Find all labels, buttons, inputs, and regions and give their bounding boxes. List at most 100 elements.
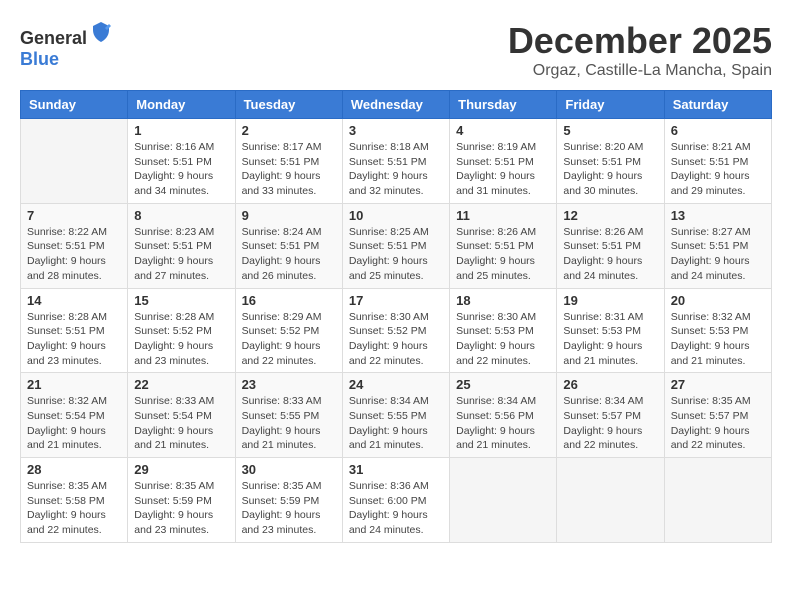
calendar-cell: 22 Sunrise: 8:33 AM Sunset: 5:54 PM Dayli…	[128, 373, 235, 458]
calendar-cell	[450, 458, 557, 543]
day-info: Sunrise: 8:19 AM Sunset: 5:51 PM Dayligh…	[456, 140, 550, 199]
calendar-cell	[21, 119, 128, 204]
day-info: Sunrise: 8:32 AM Sunset: 5:54 PM Dayligh…	[27, 394, 121, 453]
calendar-cell	[557, 458, 664, 543]
day-number: 12	[563, 208, 657, 223]
day-info: Sunrise: 8:26 AM Sunset: 5:51 PM Dayligh…	[456, 225, 550, 284]
day-number: 20	[671, 293, 765, 308]
logo-text: General Blue	[20, 20, 113, 70]
calendar-cell: 8 Sunrise: 8:23 AM Sunset: 5:51 PM Daylig…	[128, 203, 235, 288]
calendar-cell: 13Sunrise: 8:27 AM Sunset: 5:51 PM Dayli…	[664, 203, 771, 288]
day-info: Sunrise: 8:27 AM Sunset: 5:51 PM Dayligh…	[671, 225, 765, 284]
day-info: Sunrise: 8:34 AM Sunset: 5:55 PM Dayligh…	[349, 394, 443, 453]
calendar-cell: 16 Sunrise: 8:29 AM Sunset: 5:52 PM Dayli…	[235, 288, 342, 373]
day-info: Sunrise: 8:20 AM Sunset: 5:51 PM Dayligh…	[563, 140, 657, 199]
day-number: 28	[27, 462, 121, 477]
calendar-week-row: 28 Sunrise: 8:35 AM Sunset: 5:58 PM Dayli…	[21, 458, 772, 543]
header-monday: Monday	[128, 91, 235, 119]
calendar-cell: 12 Sunrise: 8:26 AM Sunset: 5:51 PM Dayli…	[557, 203, 664, 288]
calendar-cell: 30 Sunrise: 8:35 AM Sunset: 5:59 PM Dayli…	[235, 458, 342, 543]
day-number: 1	[134, 123, 228, 138]
day-number: 27	[671, 377, 765, 392]
calendar-week-row: 21 Sunrise: 8:32 AM Sunset: 5:54 PM Dayli…	[21, 373, 772, 458]
logo-blue: Blue	[20, 49, 59, 69]
day-info: Sunrise: 8:31 AM Sunset: 5:53 PM Dayligh…	[563, 310, 657, 369]
calendar-cell: 6 Sunrise: 8:21 AM Sunset: 5:51 PM Daylig…	[664, 119, 771, 204]
day-info: Sunrise: 8:35 AM Sunset: 5:58 PM Dayligh…	[27, 479, 121, 538]
calendar-cell: 25 Sunrise: 8:34 AM Sunset: 5:56 PM Dayli…	[450, 373, 557, 458]
day-info: Sunrise: 8:33 AM Sunset: 5:55 PM Dayligh…	[242, 394, 336, 453]
calendar-cell: 5 Sunrise: 8:20 AM Sunset: 5:51 PM Daylig…	[557, 119, 664, 204]
day-number: 31	[349, 462, 443, 477]
calendar-cell: 20 Sunrise: 8:32 AM Sunset: 5:53 PM Dayli…	[664, 288, 771, 373]
day-number: 7	[27, 208, 121, 223]
day-info: Sunrise: 8:24 AM Sunset: 5:51 PM Dayligh…	[242, 225, 336, 284]
calendar-cell: 7 Sunrise: 8:22 AM Sunset: 5:51 PM Daylig…	[21, 203, 128, 288]
day-info: Sunrise: 8:26 AM Sunset: 5:51 PM Dayligh…	[563, 225, 657, 284]
calendar-cell: 26 Sunrise: 8:34 AM Sunset: 5:57 PM Dayli…	[557, 373, 664, 458]
header-sunday: Sunday	[21, 91, 128, 119]
header-friday: Friday	[557, 91, 664, 119]
header-wednesday: Wednesday	[342, 91, 449, 119]
day-info: Sunrise: 8:28 AM Sunset: 5:52 PM Dayligh…	[134, 310, 228, 369]
day-info: Sunrise: 8:17 AM Sunset: 5:51 PM Dayligh…	[242, 140, 336, 199]
day-number: 24	[349, 377, 443, 392]
day-number: 6	[671, 123, 765, 138]
day-number: 8	[134, 208, 228, 223]
day-number: 26	[563, 377, 657, 392]
day-info: Sunrise: 8:30 AM Sunset: 5:53 PM Dayligh…	[456, 310, 550, 369]
calendar-cell: 10 Sunrise: 8:25 AM Sunset: 5:51 PM Dayli…	[342, 203, 449, 288]
calendar-cell	[664, 458, 771, 543]
calendar-cell: 18Sunrise: 8:30 AM Sunset: 5:53 PM Dayli…	[450, 288, 557, 373]
day-number: 16	[242, 293, 336, 308]
calendar-cell: 3 Sunrise: 8:18 AM Sunset: 5:51 PM Daylig…	[342, 119, 449, 204]
title-area: December 2025 Orgaz, Castille-La Mancha,…	[508, 20, 772, 80]
calendar-cell: 15Sunrise: 8:28 AM Sunset: 5:52 PM Dayli…	[128, 288, 235, 373]
calendar-table: Sunday Monday Tuesday Wednesday Thursday…	[20, 90, 772, 543]
calendar-cell: 29 Sunrise: 8:35 AM Sunset: 5:59 PM Dayli…	[128, 458, 235, 543]
day-info: Sunrise: 8:18 AM Sunset: 5:51 PM Dayligh…	[349, 140, 443, 199]
header-saturday: Saturday	[664, 91, 771, 119]
calendar-week-row: 14Sunrise: 8:28 AM Sunset: 5:51 PM Dayli…	[21, 288, 772, 373]
calendar-cell: 24 Sunrise: 8:34 AM Sunset: 5:55 PM Dayli…	[342, 373, 449, 458]
day-info: Sunrise: 8:29 AM Sunset: 5:52 PM Dayligh…	[242, 310, 336, 369]
calendar-cell: 2Sunrise: 8:17 AM Sunset: 5:51 PM Daylig…	[235, 119, 342, 204]
calendar-cell: 19 Sunrise: 8:31 AM Sunset: 5:53 PM Dayli…	[557, 288, 664, 373]
calendar-cell: 21 Sunrise: 8:32 AM Sunset: 5:54 PM Dayli…	[21, 373, 128, 458]
day-number: 23	[242, 377, 336, 392]
day-info: Sunrise: 8:34 AM Sunset: 5:57 PM Dayligh…	[563, 394, 657, 453]
header-tuesday: Tuesday	[235, 91, 342, 119]
logo-icon	[89, 20, 113, 44]
day-number: 10	[349, 208, 443, 223]
day-info: Sunrise: 8:23 AM Sunset: 5:51 PM Dayligh…	[134, 225, 228, 284]
calendar-cell: 14Sunrise: 8:28 AM Sunset: 5:51 PM Dayli…	[21, 288, 128, 373]
day-number: 21	[27, 377, 121, 392]
calendar-cell: 17Sunrise: 8:30 AM Sunset: 5:52 PM Dayli…	[342, 288, 449, 373]
day-number: 22	[134, 377, 228, 392]
page-header: General Blue December 2025 Orgaz, Castil…	[20, 20, 772, 80]
day-info: Sunrise: 8:33 AM Sunset: 5:54 PM Dayligh…	[134, 394, 228, 453]
calendar-cell: 27 Sunrise: 8:35 AM Sunset: 5:57 PM Dayli…	[664, 373, 771, 458]
day-info: Sunrise: 8:34 AM Sunset: 5:56 PM Dayligh…	[456, 394, 550, 453]
calendar-cell: 11Sunrise: 8:26 AM Sunset: 5:51 PM Dayli…	[450, 203, 557, 288]
day-info: Sunrise: 8:35 AM Sunset: 5:59 PM Dayligh…	[242, 479, 336, 538]
day-info: Sunrise: 8:21 AM Sunset: 5:51 PM Dayligh…	[671, 140, 765, 199]
day-number: 25	[456, 377, 550, 392]
calendar-cell: 28 Sunrise: 8:35 AM Sunset: 5:58 PM Dayli…	[21, 458, 128, 543]
day-info: Sunrise: 8:22 AM Sunset: 5:51 PM Dayligh…	[27, 225, 121, 284]
day-info: Sunrise: 8:16 AM Sunset: 5:51 PM Dayligh…	[134, 140, 228, 199]
day-number: 5	[563, 123, 657, 138]
calendar-week-row: 1 Sunrise: 8:16 AM Sunset: 5:51 PM Daylig…	[21, 119, 772, 204]
calendar-cell: 1 Sunrise: 8:16 AM Sunset: 5:51 PM Daylig…	[128, 119, 235, 204]
calendar-cell: 9Sunrise: 8:24 AM Sunset: 5:51 PM Daylig…	[235, 203, 342, 288]
day-number: 19	[563, 293, 657, 308]
calendar-header-row: Sunday Monday Tuesday Wednesday Thursday…	[21, 91, 772, 119]
day-info: Sunrise: 8:32 AM Sunset: 5:53 PM Dayligh…	[671, 310, 765, 369]
day-number: 3	[349, 123, 443, 138]
day-info: Sunrise: 8:25 AM Sunset: 5:51 PM Dayligh…	[349, 225, 443, 284]
day-info: Sunrise: 8:35 AM Sunset: 5:59 PM Dayligh…	[134, 479, 228, 538]
day-info: Sunrise: 8:35 AM Sunset: 5:57 PM Dayligh…	[671, 394, 765, 453]
location-title: Orgaz, Castille-La Mancha, Spain	[508, 62, 772, 80]
day-number: 29	[134, 462, 228, 477]
day-number: 30	[242, 462, 336, 477]
